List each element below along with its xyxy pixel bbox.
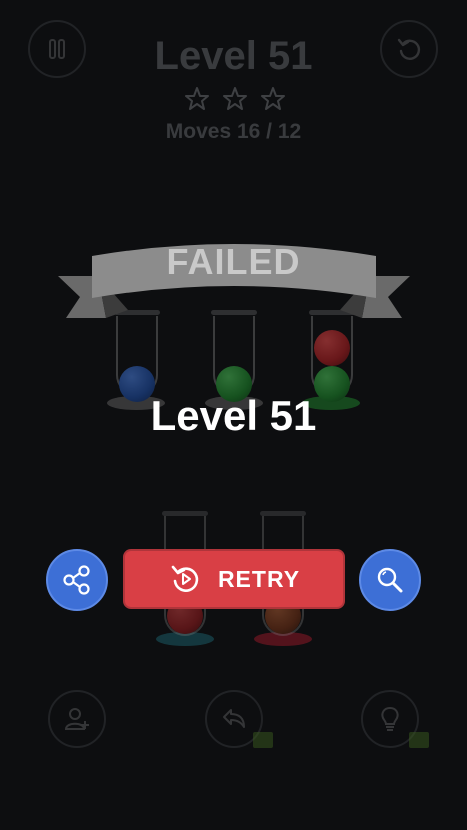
share-icon — [63, 565, 90, 595]
star-icon — [261, 87, 285, 110]
star-icon — [185, 87, 209, 110]
retry-button[interactable]: RETRY — [123, 549, 345, 609]
ball-red — [314, 330, 350, 366]
video-icon — [253, 732, 273, 748]
retry-icon — [171, 565, 199, 592]
add-user-icon — [64, 708, 89, 730]
retry-label: RETRY — [217, 565, 301, 592]
lightbulb-icon — [381, 706, 399, 731]
video-icon — [409, 732, 429, 748]
star-icon — [223, 87, 247, 110]
undo-icon — [223, 709, 245, 728]
moves-counter: Moves 16 / 12 — [165, 120, 302, 143]
star-rating — [184, 86, 286, 112]
add-user-button[interactable] — [48, 690, 106, 748]
search-button[interactable] — [359, 549, 421, 611]
level-title: Level 51 — [154, 34, 313, 78]
share-button[interactable] — [46, 549, 108, 611]
magnifier-icon — [377, 567, 403, 593]
result-level-label: Level 51 — [150, 392, 317, 439]
failed-banner-text: FAILED — [166, 241, 301, 282]
